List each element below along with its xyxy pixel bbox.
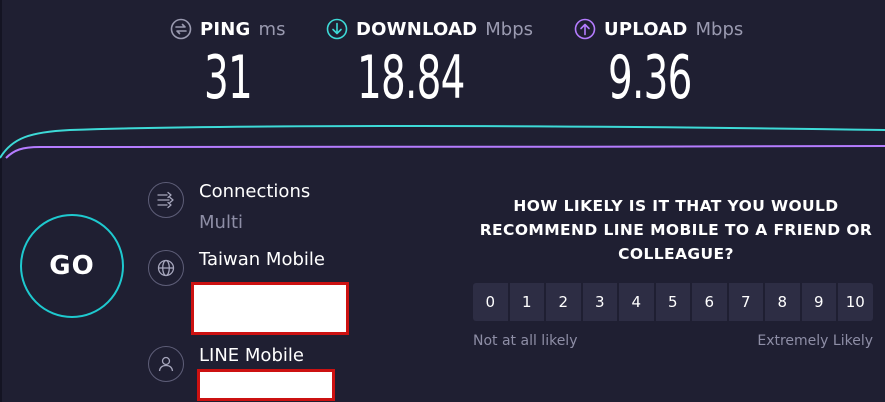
download-graph-line <box>0 124 885 159</box>
download-label: DOWNLOAD <box>356 18 478 40</box>
survey-question: HOW LIKELY IS IT THAT YOU WOULD RECOMMEN… <box>479 197 873 263</box>
redacted-location <box>197 369 335 401</box>
ping-unit: ms <box>258 18 286 40</box>
user-icon <box>148 346 184 382</box>
download-unit: Mbps <box>485 18 534 40</box>
rating-scale: 0 1 2 3 4 5 6 7 8 9 10 <box>473 283 873 321</box>
speed-graph <box>0 124 885 159</box>
host-name: LINE Mobile <box>199 345 304 366</box>
rating-option[interactable]: 5 <box>655 283 690 321</box>
scale-low-label: Not at all likely <box>473 333 578 349</box>
isp-name: Taiwan Mobile <box>199 249 325 270</box>
rating-option[interactable]: 6 <box>692 283 727 321</box>
rating-option[interactable]: 3 <box>582 283 617 321</box>
upload-graph-line <box>5 145 885 159</box>
ping-label: PING <box>200 18 251 40</box>
download-value: 18.84 <box>357 43 465 113</box>
rating-option[interactable]: 2 <box>546 283 581 321</box>
upload-label: UPLOAD <box>604 18 688 40</box>
rating-option[interactable]: 1 <box>509 283 544 321</box>
rating-option[interactable]: 10 <box>838 283 873 321</box>
rating-option[interactable]: 0 <box>473 283 508 321</box>
connections-icon <box>148 182 184 218</box>
ping-value: 31 <box>204 43 253 113</box>
ping-icon <box>170 18 192 40</box>
redacted-ip <box>191 282 349 335</box>
rating-option[interactable]: 7 <box>728 283 763 321</box>
go-button[interactable]: GO <box>20 214 124 318</box>
rating-option[interactable]: 4 <box>619 283 654 321</box>
connections-mode[interactable]: Multi <box>199 212 243 233</box>
upload-arrow-icon <box>574 18 596 40</box>
download-arrow-icon <box>326 18 348 40</box>
globe-icon <box>148 250 184 286</box>
scale-high-label: Extremely Likely <box>757 333 873 349</box>
download-metric: DOWNLOAD Mbps 18.84 <box>326 18 533 108</box>
rating-option[interactable]: 8 <box>765 283 800 321</box>
window-edge <box>0 0 2 402</box>
connections-label: Connections <box>199 181 311 202</box>
ping-metric: PING ms 31 <box>170 18 285 108</box>
upload-unit: Mbps <box>695 18 744 40</box>
rating-option[interactable]: 9 <box>801 283 836 321</box>
upload-value: 9.36 <box>608 43 692 113</box>
upload-metric: UPLOAD Mbps 9.36 <box>574 18 743 108</box>
